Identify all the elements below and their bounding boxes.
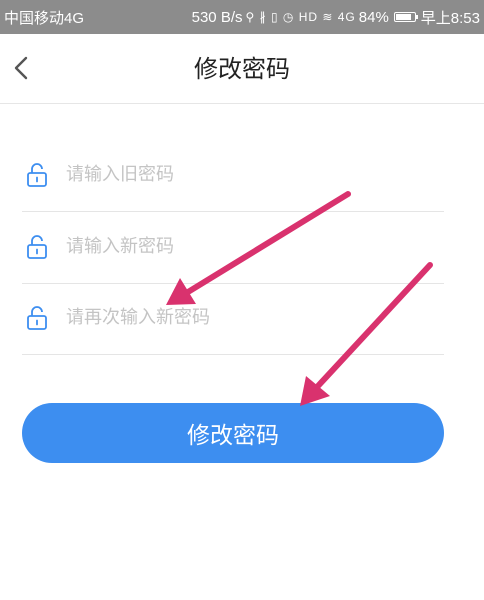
back-button[interactable] <box>4 48 44 88</box>
status-bar: 中国移动4G 530 B/s ⚲ ∦ ▯ ◷ HD ≋ 4G 84% 早上8:5… <box>0 0 484 34</box>
carrier-label: 中国移动4G <box>4 9 85 27</box>
battery-icon <box>393 12 418 22</box>
change-password-button[interactable]: 修改密码 <box>22 403 444 463</box>
chevron-left-icon <box>14 56 28 80</box>
confirm-password-row <box>22 283 444 355</box>
confirm-password-input[interactable] <box>66 297 436 337</box>
status-bar-right: 530 B/s ⚲ ∦ ▯ ◷ HD ≋ 4G 84% 早上8:53 <box>192 7 480 28</box>
new-password-row <box>22 212 444 284</box>
lock-icon <box>27 235 47 259</box>
network-speed: 530 B/s <box>191 8 243 26</box>
lock-icon <box>27 306 47 330</box>
old-password-row <box>22 140 444 212</box>
new-password-input[interactable] <box>66 226 436 266</box>
navigation-bar: 修改密码 <box>0 34 484 104</box>
lock-icon <box>27 163 47 187</box>
page-title: 修改密码 <box>194 55 290 83</box>
battery-percent: 84% <box>358 8 389 26</box>
clock: 早上8:53 <box>420 9 480 27</box>
status-icons: ⚲ ∦ ▯ ◷ HD ≋ 4G <box>245 10 356 24</box>
old-password-input[interactable] <box>66 154 436 194</box>
